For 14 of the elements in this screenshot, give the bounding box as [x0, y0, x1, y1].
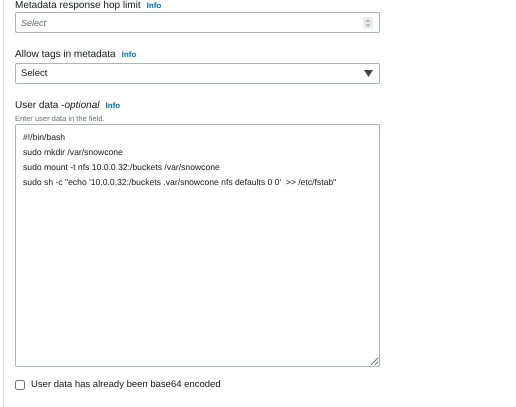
field-label: Metadata response hop limit: [15, 0, 141, 12]
optional-label: optional: [64, 100, 100, 112]
field-label: User data -: [15, 100, 64, 112]
checkbox-label: User data has already been base64 encoded: [31, 379, 221, 390]
number-field[interactable]: Select: [15, 12, 380, 33]
info-link[interactable]: Info: [122, 49, 136, 61]
checkbox[interactable]: [15, 380, 25, 390]
caret-icon: [364, 70, 373, 77]
user-data-textarea[interactable]: #!/bin/bash sudo mkdir /var/snowcone sudo mount -t nfs 10.0.0.32:/buckets /var/snowcone sudo sh -c "echo '10.0.0.32:/buckets .var/snowcone nfs defaults 0 0' >> /etc/fstab": [15, 124, 380, 367]
info-link[interactable]: Info: [106, 100, 120, 112]
field-label: Allow tags in metadata: [15, 49, 116, 61]
spinner-icon[interactable]: [363, 17, 373, 29]
info-link[interactable]: Info: [146, 0, 162, 12]
select-dropdown[interactable]: Select: [15, 63, 380, 84]
